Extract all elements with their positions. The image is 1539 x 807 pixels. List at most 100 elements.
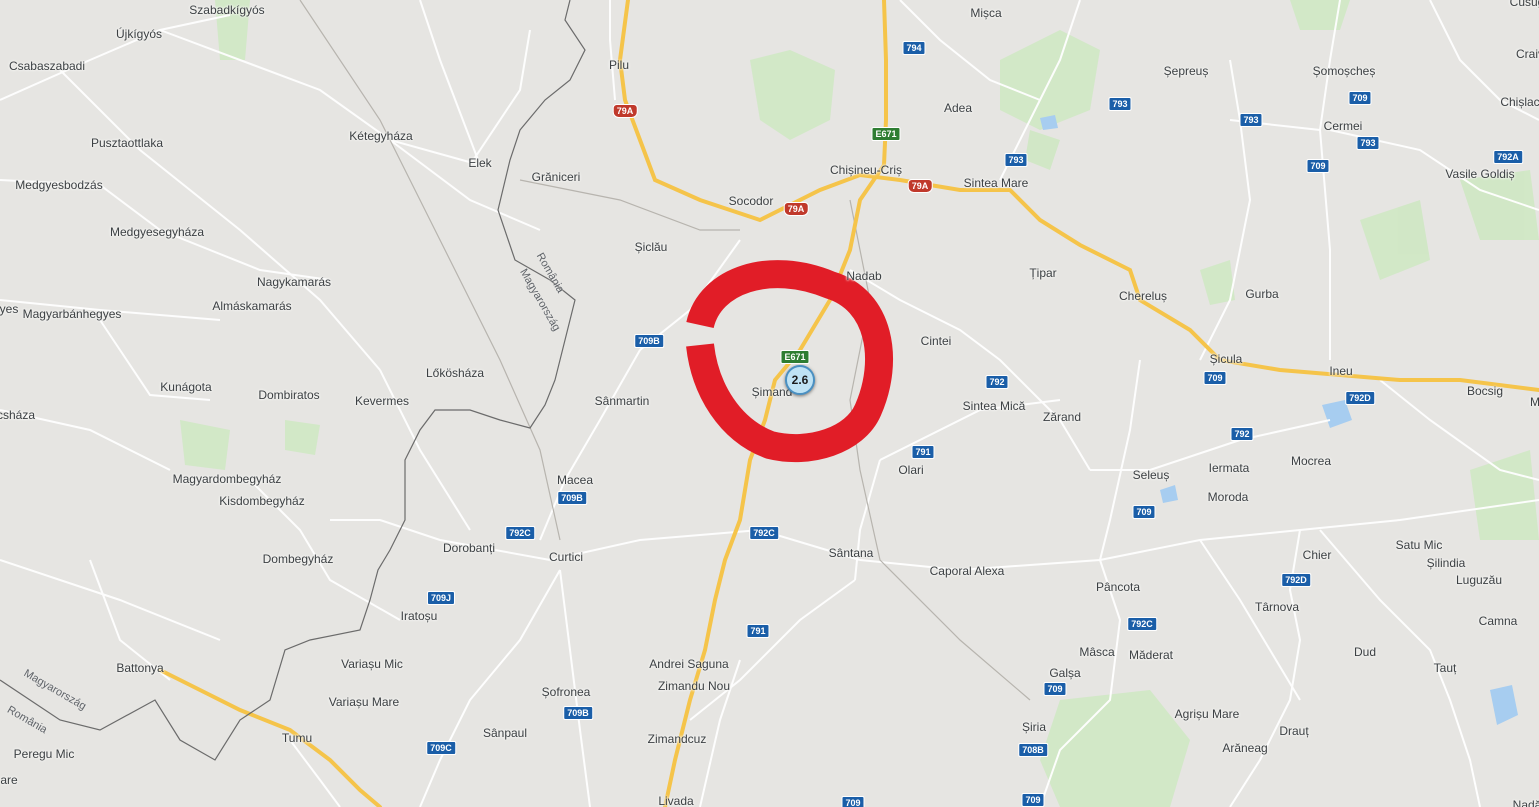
place-label: Curtici xyxy=(548,550,584,564)
place-label: Cintei xyxy=(920,334,952,348)
place-label: Seleuș xyxy=(1132,468,1170,482)
place-label: Șilindia xyxy=(1426,556,1466,570)
road-shield: 792 xyxy=(985,375,1009,389)
place-label: Șepreuș xyxy=(1163,64,1209,78)
water xyxy=(1040,115,1518,725)
road-shield: 793 xyxy=(1239,113,1263,127)
place-label: Elek xyxy=(468,156,492,170)
road-shield: 709 xyxy=(1348,91,1372,105)
road-shield: 792C xyxy=(749,526,779,540)
place-label: Dud xyxy=(1353,645,1377,659)
road-shield: 793 xyxy=(1108,97,1132,111)
place-label: Țipar xyxy=(1029,266,1057,280)
location-marker[interactable]: 2.6 xyxy=(785,365,815,395)
place-label: Sânmartin xyxy=(594,394,650,408)
road-shield: 709 xyxy=(1043,682,1067,696)
place-label: Csabaszabadi xyxy=(8,59,86,73)
place-label: Lőkösháza xyxy=(425,366,485,380)
place-label: Luguzău xyxy=(1455,573,1503,587)
place-label: Grăniceri xyxy=(531,170,581,184)
place-label: Nadab xyxy=(846,269,882,283)
country-border xyxy=(0,0,586,761)
place-label: Kisdombegyház xyxy=(219,494,305,508)
road-shield: 792C xyxy=(1127,617,1157,631)
place-label: Battonya xyxy=(116,661,164,675)
place-label: Chișineu-Criș xyxy=(829,163,903,177)
place-label: Pilu xyxy=(608,58,630,72)
place-label: Medgyesbodzás xyxy=(15,178,103,192)
map-base-layer xyxy=(0,0,1539,807)
place-label: Iratoșu xyxy=(400,609,438,623)
place-label: Măderat xyxy=(1128,648,1174,662)
road-shield: 709J xyxy=(426,591,456,605)
road-shield: 709 xyxy=(1306,159,1330,173)
place-label: Gurba xyxy=(1245,287,1279,301)
place-label: Mâsca xyxy=(1079,645,1115,659)
place-label: Șicula xyxy=(1209,352,1243,366)
place-label: Craiv xyxy=(1515,47,1539,61)
place-label: Dombiratos xyxy=(258,388,320,402)
road-shield: 792D xyxy=(1345,391,1375,405)
place-label: csháza xyxy=(0,408,36,422)
road-shield: 792 xyxy=(1230,427,1254,441)
place-label: Zimandu Nou xyxy=(657,679,731,693)
place-label: Olari xyxy=(898,463,924,477)
place-label: Târnova xyxy=(1254,600,1300,614)
place-label: Variașu Mare xyxy=(328,695,400,709)
road-shield: E671 xyxy=(780,350,810,364)
road-shield: 708B xyxy=(1018,743,1048,757)
place-label: Cermei xyxy=(1323,119,1363,133)
place-label: Magyardombegyház xyxy=(172,472,282,486)
place-label: Galșa xyxy=(1049,666,1081,680)
place-label: Iermata xyxy=(1208,461,1250,475)
road-shield: 709B xyxy=(563,706,593,720)
road-shield: 709C xyxy=(426,741,456,755)
place-label: Mocrea xyxy=(1290,454,1332,468)
place-label: Zimandcuz xyxy=(647,732,707,746)
road-shield: 793 xyxy=(1004,153,1028,167)
place-label: Variașu Mic xyxy=(341,657,403,671)
place-label: Kevermes xyxy=(354,394,410,408)
road-shield: 709 xyxy=(1132,505,1156,519)
place-label: Chier xyxy=(1302,548,1332,562)
place-label: Újkígyós xyxy=(115,27,163,41)
place-label: are xyxy=(0,773,18,787)
road-shield: 709 xyxy=(841,796,865,807)
road-shield: 792D xyxy=(1281,573,1311,587)
place-label: Caporal Alexa xyxy=(929,564,1005,578)
map-canvas[interactable]: Szabadkígyós Újkígyós Csabaszabadi Kétegyhá… xyxy=(0,0,1539,807)
place-label: Kétegyháza xyxy=(349,129,413,143)
road-shield: 79A xyxy=(783,202,809,216)
place-label: Socodor xyxy=(728,194,774,208)
place-label: Magyarbánhegyes xyxy=(22,307,122,321)
road-shield: E671 xyxy=(871,127,901,141)
road-shield: 709 xyxy=(1203,371,1227,385)
place-label: Nagykamarás xyxy=(256,275,332,289)
place-label: Drauț xyxy=(1279,724,1309,738)
place-label: Sânpaul xyxy=(482,726,528,740)
road-shield: 793 xyxy=(1356,136,1380,150)
place-label: Arăneag xyxy=(1222,741,1268,755)
place-label: Agrișu Mare xyxy=(1174,707,1240,721)
place-label: Bocsig xyxy=(1466,384,1504,398)
place-label: Șiclău xyxy=(634,240,668,254)
place-label: Andrei Saguna xyxy=(649,657,729,671)
place-label: Adea xyxy=(943,101,973,115)
place-label: Tumu xyxy=(281,731,313,745)
road-shield: 794 xyxy=(902,41,926,55)
marker-label: 2.6 xyxy=(791,373,809,387)
place-label: Dombegyház xyxy=(262,552,334,566)
place-label: Vasile Goldiș xyxy=(1445,167,1515,181)
road-shield: 79A xyxy=(907,179,933,193)
place-label: Ineu xyxy=(1329,364,1353,378)
place-label: Chereluș xyxy=(1118,289,1168,303)
road-shield: 791 xyxy=(746,624,770,638)
place-label: Almáskamarás xyxy=(212,299,292,313)
road-shield: 792C xyxy=(505,526,535,540)
place-label: Pusztaottlaka xyxy=(90,136,164,150)
road-shield: 709B xyxy=(557,491,587,505)
place-label: Nadă xyxy=(1512,798,1539,807)
road-shield: 791 xyxy=(911,445,935,459)
place-label: M xyxy=(1530,395,1539,409)
place-label: Șiria xyxy=(1021,720,1047,734)
